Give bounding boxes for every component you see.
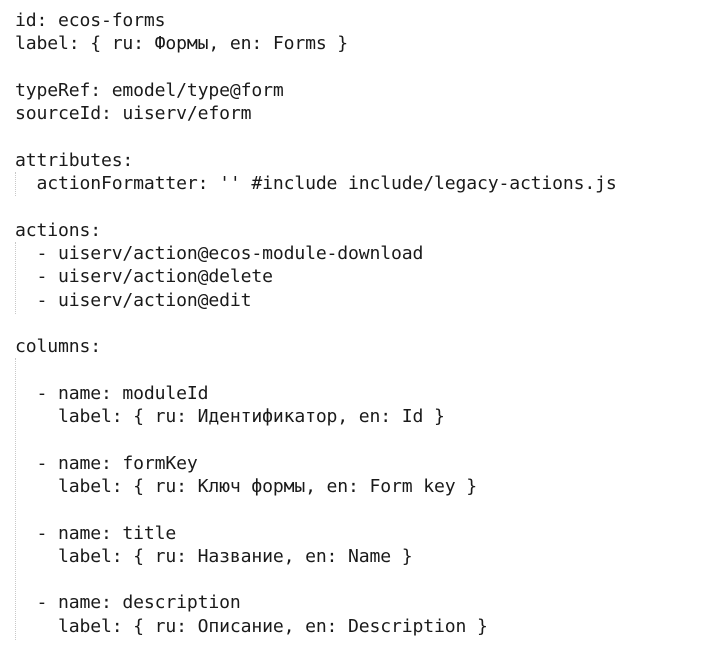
yaml-code-block: id: ecos-forms label: { ru: Формы, en: F… (15, 9, 720, 638)
code-editor: id: ecos-forms label: { ru: Формы, en: F… (0, 0, 725, 657)
code-line: actions: (15, 219, 101, 241)
code-line: label: { ru: Идентификатор, en: Id } (15, 406, 445, 428)
code-line: label: { ru: Описание, en: Description } (15, 615, 488, 637)
code-line: - name: title (15, 522, 177, 544)
code-line: - uiserv/action@edit (15, 289, 252, 311)
code-line: label: { ru: Формы, en: Forms } (15, 33, 349, 55)
code-line: label: { ru: Ключ формы, en: Form key } (15, 475, 477, 497)
code-line: sourceId: uiserv/eform (15, 103, 252, 125)
code-line: - name: formKey (15, 452, 198, 474)
code-line: - uiserv/action@delete (15, 266, 273, 288)
code-line: typeRef: emodel/type@form (15, 79, 284, 101)
code-line: actionFormatter: '' #include include/leg… (15, 173, 617, 195)
code-line: attributes: (15, 149, 134, 171)
code-line: label: { ru: Название, en: Name } (15, 545, 413, 567)
code-line: - name: description (15, 592, 241, 614)
code-line: columns: (15, 336, 101, 358)
code-line: - name: moduleId (15, 382, 209, 404)
code-line: id: ecos-forms (15, 10, 166, 31)
code-line: - uiserv/action@ecos-module-download (15, 242, 424, 264)
